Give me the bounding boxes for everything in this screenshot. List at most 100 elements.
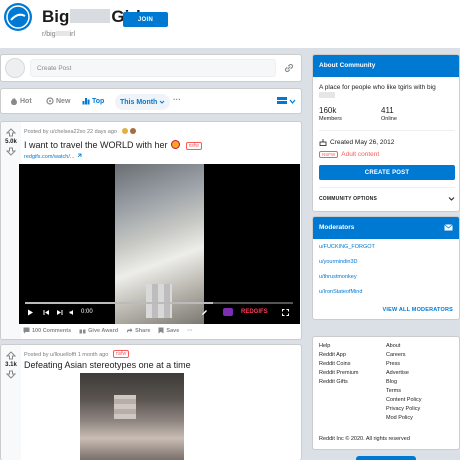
about-community-header: About Community [313,55,459,77]
sort-top-label: Top [92,97,105,105]
sort-more-button[interactable]: ··· [173,95,181,104]
post-more-button[interactable]: ··· [187,327,193,334]
sort-hot-label: Hot [20,97,32,105]
footer-link[interactable]: Careers [386,352,406,358]
avatar[interactable] [5,58,25,78]
footer-link[interactable]: Reddit Gifts [319,379,348,385]
moderators-card: Moderators u/FUCKING_FORGOT u/yourmindin… [312,216,460,320]
divider [319,187,455,188]
moderator-link[interactable]: u/FUCKING_FORGOT [319,244,375,250]
copyright-text: Reddit Inc © 2020. All rights reserved [319,436,410,442]
post-title[interactable]: Defeating Asian stereotypes one at a tim… [24,360,191,370]
adult-content-tag: NSFW Adult content [319,151,379,158]
footer-link[interactable]: Help [319,343,330,349]
external-link-icon [77,153,82,158]
footer-link[interactable]: Reddit Coins [319,361,351,367]
bar-chart-icon [82,98,90,105]
sort-bar: Hot New Top This Month ··· [0,88,302,114]
edit-icon[interactable] [201,309,208,316]
forward-icon[interactable] [56,309,63,316]
fullscreen-icon[interactable] [282,309,289,316]
create-post-input[interactable]: Create Post [30,59,276,77]
rewind-icon[interactable] [43,309,50,316]
footer-link[interactable]: Content Policy [386,397,421,403]
upvote-icon[interactable] [6,128,16,137]
created-text: Created May 26, 2012 [330,138,395,146]
video-player[interactable]: 0:00 REDGIFS [19,164,300,324]
card-view-icon[interactable] [277,97,297,107]
footer-link[interactable]: Terms [386,388,401,394]
cake-icon [319,139,327,146]
view-all-moderators-link[interactable]: VIEW ALL MODERATORS [382,307,453,313]
sort-top[interactable]: Top [82,97,104,105]
members-label: Members [319,116,342,122]
footer-links-card: Help Reddit App Reddit Coins Reddit Prem… [312,336,460,450]
save-button[interactable]: Save [158,327,179,334]
video-progress-bar[interactable] [25,302,293,304]
footer-link[interactable]: Press [386,361,400,367]
join-button[interactable]: JOIN [123,12,168,27]
post-link[interactable]: redgifs.com/watch/... [24,153,82,160]
footer-link[interactable]: Privacy Policy [386,406,420,412]
community-description: A place for people who like tgirls with … [319,83,457,101]
subreddit-icon[interactable] [4,3,32,31]
footer-link[interactable]: Blog [386,379,397,385]
divider [319,130,455,131]
post-image[interactable] [80,373,184,460]
sort-new[interactable]: New [46,97,70,105]
post-title-text: I want to travel the WORLD with her [24,140,168,150]
post-meta-text: Posted by u/chelsea22xo 22 days ago [24,129,117,135]
vote-count: 3.1k [5,362,17,368]
give-award-button[interactable]: Give Award [79,327,118,334]
mail-icon[interactable] [444,224,453,231]
award-icon [130,128,137,134]
adult-content-text: Adult content [341,151,380,158]
comments-button[interactable]: 100 Comments [23,327,71,334]
downvote-icon[interactable] [6,370,16,379]
online-count: 411 [381,106,394,115]
provider-logo[interactable]: REDGIFS [241,309,268,315]
vote-column: 5.0k [1,122,21,339]
censor-block [114,395,136,419]
emoji-icon [171,140,181,149]
post-meta-text: Posted by u/llouellofft 1 month ago [24,352,109,358]
footer-link[interactable]: Reddit App [319,352,346,358]
sort-hot[interactable]: Hot [10,97,32,105]
nsfw-badge: nsfw [185,142,202,150]
volume-icon[interactable] [69,309,76,316]
footer-link[interactable]: About [386,343,400,349]
downvote-icon[interactable] [6,147,16,156]
post-title[interactable]: I want to travel the WORLD with her nsfw [24,140,202,150]
moderator-link[interactable]: u/yourmindin3D [319,259,358,265]
community-options-label: COMMUNITY OPTIONS [319,196,378,202]
upvote-icon[interactable] [6,351,16,360]
nsfw-badge: NSFW [319,151,339,158]
footer-link[interactable]: Reddit Premium [319,370,358,376]
time-range-dropdown[interactable]: This Month [115,94,171,110]
censor-block [146,284,172,318]
back-to-top-button[interactable] [356,456,416,460]
share-label: Share [135,327,151,334]
play-icon[interactable] [27,309,34,316]
comment-icon [23,327,30,334]
footer-link[interactable]: Advertise [386,370,409,376]
community-options-toggle[interactable]: COMMUNITY OPTIONS [319,196,455,202]
vote-column: 3.1k [1,345,21,460]
hd-badge[interactable] [223,308,233,316]
subreddit-slug: r/big irl [42,31,76,38]
vote-count: 5.0k [5,139,17,145]
create-post-bar: Create Post [0,54,302,82]
moderator-link[interactable]: u/thrustmonkey [319,274,357,280]
comments-label: 100 Comments [32,327,72,334]
share-button[interactable]: Share [126,327,150,334]
flame-icon [11,97,17,105]
post-meta: Posted by u/chelsea22xo 22 days ago [24,128,137,135]
time-range-label: This Month [120,98,158,106]
bookmark-icon [158,327,164,334]
footer-link[interactable]: Mod Policy [386,415,413,421]
nsfw-badge: nsfw [112,350,130,358]
create-post-button[interactable]: CREATE POST [319,165,455,180]
moderators-header: Moderators [313,217,459,239]
moderator-link[interactable]: u/IronStateofMind [319,289,362,295]
link-icon[interactable] [283,62,295,74]
